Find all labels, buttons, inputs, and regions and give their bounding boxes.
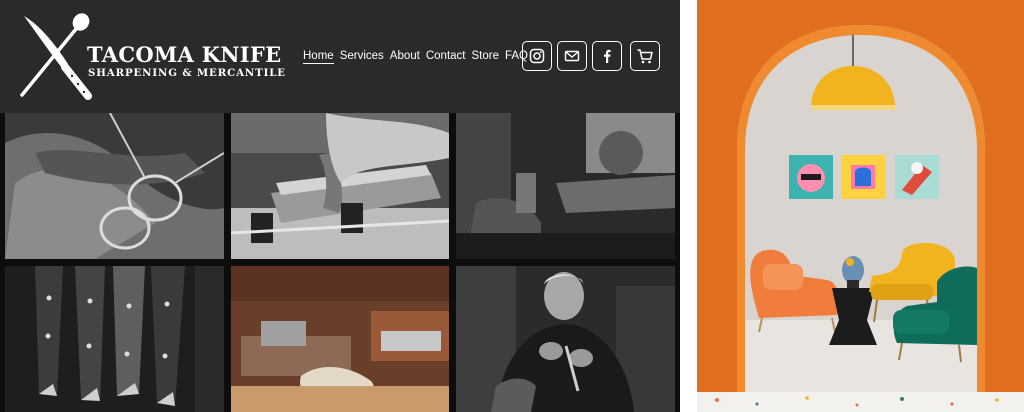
mail-button[interactable]	[557, 41, 587, 71]
instagram-button[interactable]	[522, 41, 552, 71]
gallery-photo-6[interactable]	[456, 266, 675, 412]
nav-item-store[interactable]: Store	[472, 50, 500, 64]
mail-icon	[564, 50, 580, 62]
brand-title: TACOMA KNIFE	[87, 42, 282, 67]
social-links	[522, 41, 622, 71]
facebook-icon	[604, 49, 611, 63]
nav-item-home[interactable]: Home	[303, 50, 334, 64]
main-nav: Home Services About Contact Store FAQ	[303, 50, 528, 64]
gallery-photo-4[interactable]	[5, 266, 224, 412]
instagram-icon	[529, 48, 545, 64]
gallery-photo-3[interactable]	[456, 113, 675, 259]
brand-subtitle: SHARPENING & MERCANTILE	[88, 67, 286, 79]
website-screenshot: TACOMA KNIFE SHARPENING & MERCANTILE Hom…	[0, 0, 680, 412]
facebook-button[interactable]	[592, 41, 622, 71]
cart-icon	[637, 49, 653, 64]
knife-spoon-logo-icon	[20, 13, 92, 100]
cart-button[interactable]	[630, 41, 660, 71]
gallery-photo-2[interactable]	[231, 113, 449, 259]
gallery-photo-1[interactable]	[5, 113, 224, 259]
interior-illustration	[697, 0, 1024, 412]
site-header: TACOMA KNIFE SHARPENING & MERCANTILE Hom…	[0, 0, 680, 113]
gallery-photo-5[interactable]	[231, 266, 449, 412]
nav-item-about[interactable]: About	[390, 50, 420, 64]
photo-gallery	[0, 113, 680, 412]
nav-item-contact[interactable]: Contact	[426, 50, 466, 64]
brand-logo[interactable]: TACOMA KNIFE SHARPENING & MERCANTILE	[18, 12, 288, 104]
interior-photo	[697, 0, 1024, 412]
nav-item-services[interactable]: Services	[340, 50, 384, 64]
